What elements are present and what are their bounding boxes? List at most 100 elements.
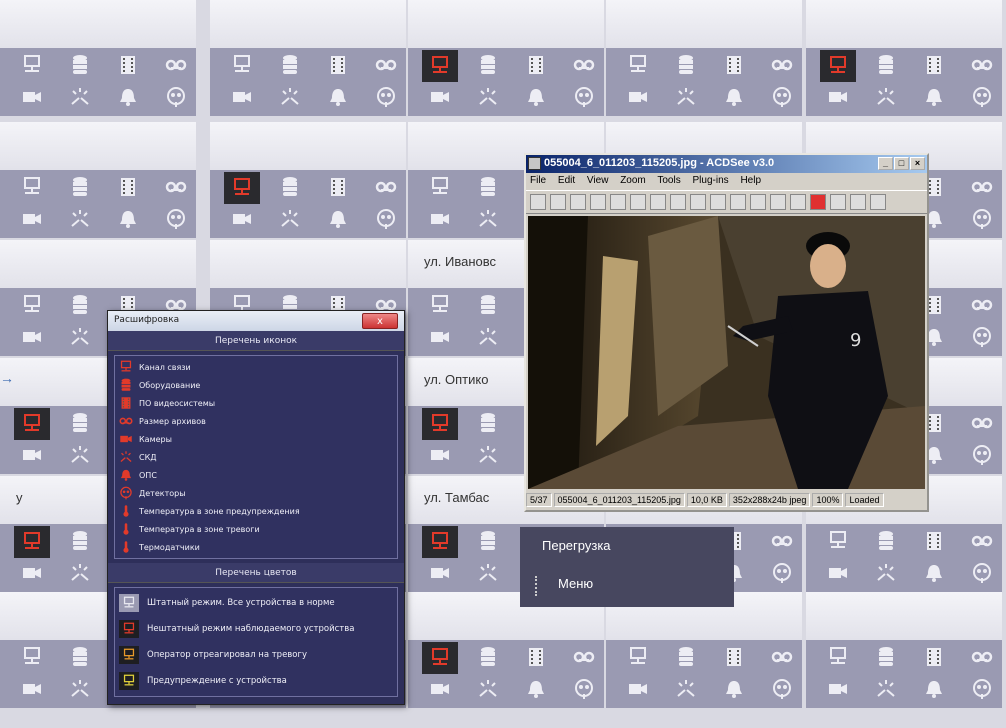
monitor-icon[interactable] xyxy=(827,530,849,552)
camera-tile[interactable] xyxy=(408,0,604,116)
menu-item-menu[interactable]: Меню xyxy=(520,565,734,603)
tape-icon[interactable] xyxy=(573,646,595,668)
detector-icon[interactable] xyxy=(971,326,993,348)
toolbar-button[interactable] xyxy=(790,194,806,210)
toolbar-button[interactable] xyxy=(530,194,546,210)
toolbar-button[interactable] xyxy=(710,194,726,210)
toolbar-button[interactable] xyxy=(610,194,626,210)
camera-icon[interactable] xyxy=(827,678,849,700)
access-icon[interactable] xyxy=(477,208,499,230)
tape-icon[interactable] xyxy=(771,530,793,552)
monitor-icon[interactable] xyxy=(21,294,43,316)
detector-icon[interactable] xyxy=(573,678,595,700)
menu-plugins[interactable]: Plug-ins xyxy=(693,175,729,186)
detector-icon[interactable] xyxy=(971,562,993,584)
camera-tile[interactable] xyxy=(0,0,196,116)
detector-icon[interactable] xyxy=(971,444,993,466)
database-icon[interactable] xyxy=(875,530,897,552)
database-icon[interactable] xyxy=(69,176,91,198)
detector-icon[interactable] xyxy=(375,208,397,230)
tape-icon[interactable] xyxy=(375,54,397,76)
detector-icon[interactable] xyxy=(771,678,793,700)
toolbar-button[interactable] xyxy=(870,194,886,210)
tape-icon[interactable] xyxy=(771,646,793,668)
camera-icon[interactable] xyxy=(627,86,649,108)
access-icon[interactable] xyxy=(69,86,91,108)
toolbar-button[interactable] xyxy=(550,194,566,210)
camera-icon[interactable] xyxy=(429,326,451,348)
database-icon[interactable] xyxy=(675,646,697,668)
tape-icon[interactable] xyxy=(971,412,993,434)
menu-edit[interactable]: Edit xyxy=(558,175,575,186)
monitor-icon[interactable] xyxy=(14,408,50,440)
tape-icon[interactable] xyxy=(971,646,993,668)
camera-icon[interactable] xyxy=(21,562,43,584)
access-icon[interactable] xyxy=(69,208,91,230)
detector-icon[interactable] xyxy=(971,208,993,230)
database-icon[interactable] xyxy=(69,294,91,316)
database-icon[interactable] xyxy=(279,54,301,76)
camera-icon[interactable] xyxy=(429,562,451,584)
tape-icon[interactable] xyxy=(375,176,397,198)
camera-icon[interactable] xyxy=(21,208,43,230)
detector-icon[interactable] xyxy=(971,86,993,108)
database-icon[interactable] xyxy=(69,646,91,668)
access-icon[interactable] xyxy=(477,326,499,348)
menu-view[interactable]: View xyxy=(587,175,609,186)
acdsee-titlebar[interactable]: 055004_6_011203_115205.jpg - ACDSee v3.0… xyxy=(526,155,927,173)
bell-icon[interactable] xyxy=(327,86,349,108)
monitor-icon[interactable] xyxy=(422,50,458,82)
access-icon[interactable] xyxy=(279,208,301,230)
camera-tile[interactable] xyxy=(806,0,1002,116)
camera-tile[interactable] xyxy=(210,0,406,116)
toolbar-button[interactable] xyxy=(730,194,746,210)
camera-tile[interactable] xyxy=(210,122,406,238)
tape-icon[interactable] xyxy=(971,176,993,198)
camera-icon[interactable] xyxy=(627,678,649,700)
toolbar-button[interactable] xyxy=(670,194,686,210)
toolbar-button[interactable] xyxy=(830,194,846,210)
camera-icon[interactable] xyxy=(429,678,451,700)
camera-icon[interactable] xyxy=(21,678,43,700)
detector-icon[interactable] xyxy=(165,208,187,230)
access-icon[interactable] xyxy=(69,562,91,584)
menu-tools[interactable]: Tools xyxy=(657,175,680,186)
camera-tile[interactable] xyxy=(806,592,1002,708)
database-icon[interactable] xyxy=(675,54,697,76)
film-icon[interactable] xyxy=(923,646,945,668)
minimize-button[interactable]: _ xyxy=(878,157,893,170)
film-icon[interactable] xyxy=(327,176,349,198)
film-icon[interactable] xyxy=(923,530,945,552)
monitor-icon[interactable] xyxy=(422,526,458,558)
detector-icon[interactable] xyxy=(771,86,793,108)
access-icon[interactable] xyxy=(675,678,697,700)
monitor-icon[interactable] xyxy=(827,646,849,668)
access-icon[interactable] xyxy=(477,444,499,466)
menu-file[interactable]: File xyxy=(530,175,546,186)
film-icon[interactable] xyxy=(723,54,745,76)
detector-icon[interactable] xyxy=(771,562,793,584)
monitor-icon[interactable] xyxy=(231,54,253,76)
menu-zoom[interactable]: Zoom xyxy=(620,175,646,186)
camera-icon[interactable] xyxy=(21,444,43,466)
tape-icon[interactable] xyxy=(971,54,993,76)
camera-tile[interactable] xyxy=(606,592,802,708)
tape-icon[interactable] xyxy=(165,176,187,198)
film-icon[interactable] xyxy=(525,646,547,668)
toolbar-button[interactable] xyxy=(690,194,706,210)
bell-icon[interactable] xyxy=(525,86,547,108)
monitor-icon[interactable] xyxy=(627,54,649,76)
monitor-icon[interactable] xyxy=(21,54,43,76)
camera-icon[interactable] xyxy=(827,562,849,584)
toolbar-button[interactable] xyxy=(810,194,826,210)
tape-icon[interactable] xyxy=(971,530,993,552)
film-icon[interactable] xyxy=(117,54,139,76)
toolbar-button[interactable] xyxy=(770,194,786,210)
film-icon[interactable] xyxy=(923,54,945,76)
monitor-icon[interactable] xyxy=(21,176,43,198)
monitor-icon[interactable] xyxy=(422,408,458,440)
database-icon[interactable] xyxy=(69,530,91,552)
access-icon[interactable] xyxy=(477,86,499,108)
detector-icon[interactable] xyxy=(165,86,187,108)
monitor-icon[interactable] xyxy=(422,642,458,674)
